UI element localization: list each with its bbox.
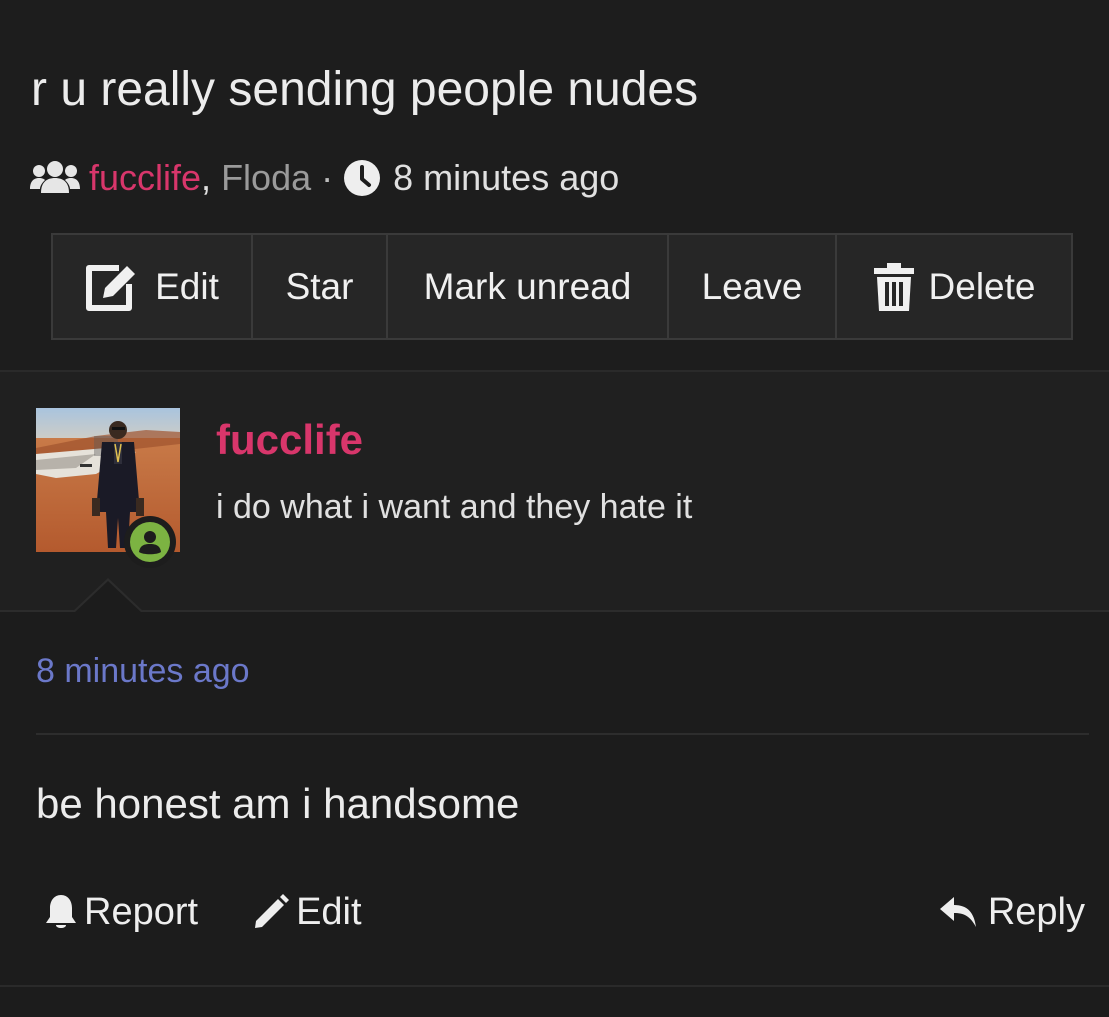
edit-message-label: Edit	[296, 890, 362, 933]
message-author-link[interactable]: fucclife	[216, 416, 363, 464]
edit-label: Edit	[155, 265, 219, 307]
user-online-icon	[130, 522, 170, 562]
pencil-icon	[255, 894, 290, 928]
message-actions: Report Edit	[44, 886, 362, 938]
mark-unread-label: Mark unread	[423, 265, 632, 307]
delete-button[interactable]: Delete	[837, 235, 1071, 338]
users-icon	[30, 161, 80, 193]
star-label: Star	[285, 265, 354, 307]
report-button[interactable]: Report	[44, 891, 198, 934]
divider	[36, 733, 1089, 735]
conversation-toolbar: Edit Star Mark unread Leave Delete	[51, 233, 1073, 340]
delete-label: Delete	[928, 265, 1036, 307]
leave-button[interactable]: Leave	[669, 235, 837, 338]
speech-caret-fill	[74, 581, 142, 613]
user-status-text: i do what i want and they hate it	[216, 488, 693, 526]
avatar[interactable]	[36, 408, 180, 568]
message-time-link[interactable]: 8 minutes ago	[36, 652, 250, 691]
message-author-block: fucclife i do what i want and they hate …	[0, 372, 1109, 612]
reply-icon	[939, 897, 976, 927]
meta-separator: ·	[321, 157, 334, 198]
participant-separator: ,	[201, 157, 212, 198]
bell-icon	[46, 895, 76, 928]
leave-label: Leave	[701, 265, 803, 307]
edit-icon	[86, 264, 136, 311]
report-label: Report	[84, 890, 199, 933]
reply-button[interactable]: Reply	[938, 886, 1085, 938]
trash-icon	[873, 262, 914, 311]
conversation-time: 8 minutes ago	[393, 157, 620, 198]
message-body: be honest am i handsome	[36, 780, 520, 827]
clock-icon	[344, 160, 381, 196]
participant-link-fucclife[interactable]: fucclife	[89, 157, 201, 199]
star-button[interactable]: Star	[253, 235, 388, 338]
edit-message-button[interactable]: Edit	[252, 890, 362, 934]
conversation-header: r u really sending people nudes fucclife…	[0, 0, 1109, 372]
online-status-badge	[124, 516, 176, 568]
participant-link-floda[interactable]: Floda	[221, 157, 311, 199]
reply-label: Reply	[987, 890, 1085, 933]
edit-conversation-button[interactable]: Edit	[53, 235, 253, 338]
conversation-meta: fucclife , Floda · 8 minutes ago	[30, 154, 619, 202]
divider	[0, 985, 1109, 987]
conversation-title: r u really sending people nudes	[31, 63, 699, 116]
mark-unread-button[interactable]: Mark unread	[388, 235, 669, 338]
